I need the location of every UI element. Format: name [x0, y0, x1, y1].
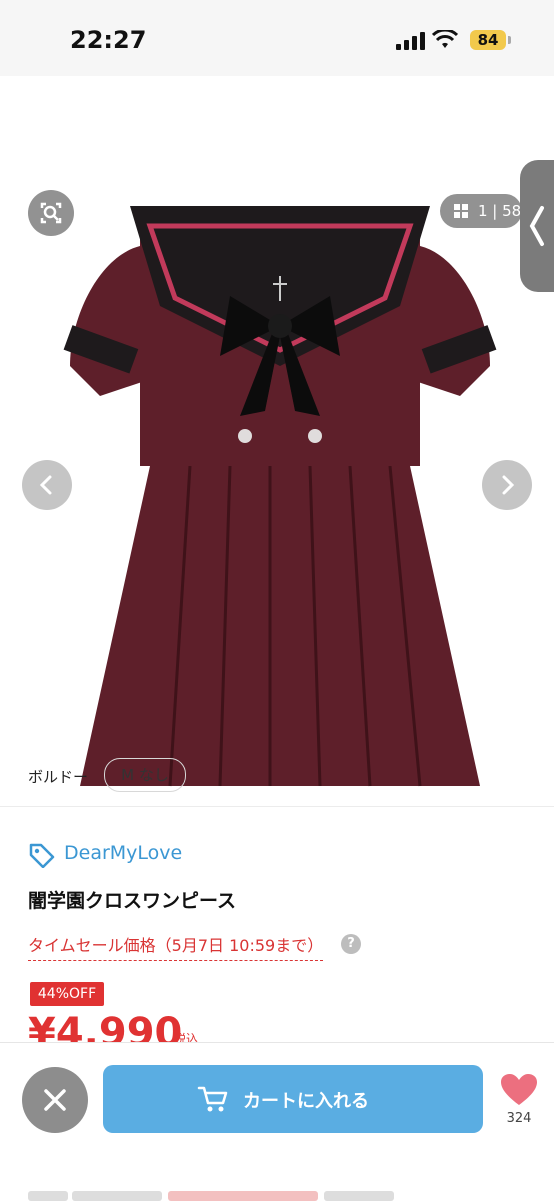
- status-time: 22:27: [70, 26, 147, 54]
- time-sale-label: タイムセール価格（5月7日 10:59まで）: [28, 932, 324, 961]
- wifi-icon: [432, 30, 458, 48]
- obscured-text-row: [28, 1183, 428, 1201]
- chevron-right-icon: [502, 475, 515, 495]
- image-search-button[interactable]: [28, 190, 74, 236]
- divider: [0, 806, 554, 807]
- close-icon: [44, 1089, 66, 1111]
- chevron-left-icon: [529, 206, 544, 246]
- brand-name: DearMyLove: [64, 842, 183, 864]
- bottom-action-bar: カートに入れる 324: [0, 1042, 554, 1201]
- product-image-gallery[interactable]: 1 | 58: [0, 76, 554, 787]
- help-icon[interactable]: ?: [341, 934, 361, 954]
- chevron-left-icon: [39, 475, 52, 495]
- like-count: 324: [506, 1111, 532, 1126]
- variant-row: ボルドー M なし: [0, 752, 554, 800]
- cellular-signal-icon: [396, 32, 425, 50]
- discount-badge: 44%OFF: [30, 982, 104, 1006]
- next-image-button[interactable]: [482, 460, 532, 510]
- close-button[interactable]: [22, 1067, 88, 1133]
- previous-image-button[interactable]: [22, 460, 72, 510]
- size-chip[interactable]: M なし: [104, 758, 186, 792]
- variant-color-label: ボルドー: [28, 768, 89, 786]
- status-bar: 22:27 84: [0, 0, 554, 76]
- product-title: 闇学園クロスワンピース: [28, 890, 237, 912]
- add-to-cart-label: カートに入れる: [243, 1091, 369, 1112]
- image-counter-text: 1 | 58: [478, 202, 522, 220]
- image-counter[interactable]: 1 | 58: [440, 194, 522, 228]
- tag-icon: [29, 843, 55, 868]
- add-to-cart-button[interactable]: カートに入れる: [103, 1065, 483, 1133]
- heart-icon[interactable]: [500, 1073, 538, 1107]
- side-panel-handle[interactable]: [520, 160, 554, 292]
- cart-icon: [197, 1086, 228, 1112]
- product-image: [63, 206, 497, 787]
- battery-cap: [508, 36, 511, 44]
- image-search-icon: [40, 202, 62, 224]
- grid-icon: [454, 204, 468, 218]
- battery-indicator: 84: [470, 30, 506, 50]
